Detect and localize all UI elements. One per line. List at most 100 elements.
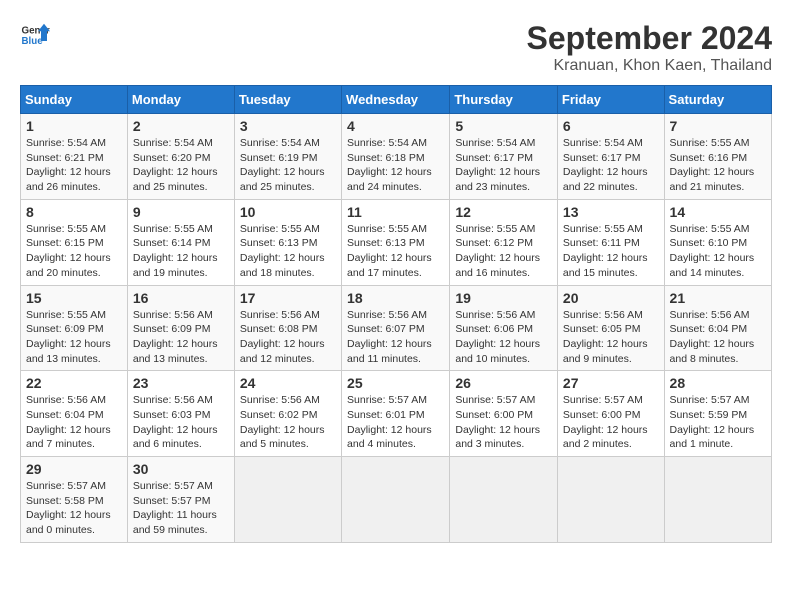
day-number: 24 <box>240 375 336 391</box>
calendar-cell: 16 Sunrise: 5:56 AM Sunset: 6:09 PM Dayli… <box>127 285 234 371</box>
calendar-cell: 13Sunrise: 5:55 AM Sunset: 6:11 PM Dayli… <box>557 199 664 285</box>
day-info: Sunrise: 5:57 AM Sunset: 6:00 PM Dayligh… <box>455 393 552 452</box>
calendar-header-row: Sunday Monday Tuesday Wednesday Thursday… <box>21 86 772 114</box>
calendar-cell: 7Sunrise: 5:55 AM Sunset: 6:16 PM Daylig… <box>664 114 771 200</box>
day-number: 9 <box>133 204 229 220</box>
day-number: 16 <box>133 290 229 306</box>
page-header: General Blue September 2024 Kranuan, Kho… <box>20 20 772 75</box>
day-number: 29 <box>26 461 122 477</box>
calendar-subtitle: Kranuan, Khon Kaen, Thailand <box>527 57 772 75</box>
day-info: Sunrise: 5:56 AM Sunset: 6:06 PM Dayligh… <box>455 308 552 367</box>
col-saturday: Saturday <box>664 86 771 114</box>
day-info: Sunrise: 5:55 AM Sunset: 6:10 PM Dayligh… <box>670 222 766 281</box>
calendar-cell: 30 Sunrise: 5:57 AM Sunset: 5:57 PM Dayli… <box>127 457 234 543</box>
col-thursday: Thursday <box>450 86 558 114</box>
calendar-cell: 1 Sunrise: 5:54 AM Sunset: 6:21 PM Daylig… <box>21 114 128 200</box>
day-number: 2 <box>133 118 229 134</box>
calendar-week-row: 15 Sunrise: 5:55 AM Sunset: 6:09 PM Dayli… <box>21 285 772 371</box>
calendar-week-row: 8 Sunrise: 5:55 AM Sunset: 6:15 PM Daylig… <box>21 199 772 285</box>
col-friday: Friday <box>557 86 664 114</box>
day-number: 15 <box>26 290 122 306</box>
calendar-cell: 18 Sunrise: 5:56 AM Sunset: 6:07 PM Dayli… <box>342 285 450 371</box>
day-number: 17 <box>240 290 336 306</box>
calendar-cell: 10 Sunrise: 5:55 AM Sunset: 6:13 PM Dayli… <box>234 199 341 285</box>
day-info: Sunrise: 5:57 AM Sunset: 5:59 PM Dayligh… <box>670 393 766 452</box>
calendar-cell: 11 Sunrise: 5:55 AM Sunset: 6:13 PM Dayli… <box>342 199 450 285</box>
day-info: Sunrise: 5:57 AM Sunset: 5:57 PM Dayligh… <box>133 479 229 538</box>
calendar-cell: 9 Sunrise: 5:55 AM Sunset: 6:14 PM Daylig… <box>127 199 234 285</box>
day-info: Sunrise: 5:56 AM Sunset: 6:04 PM Dayligh… <box>670 308 766 367</box>
calendar-cell: 27 Sunrise: 5:57 AM Sunset: 6:00 PM Dayli… <box>557 371 664 457</box>
day-info: Sunrise: 5:54 AM Sunset: 6:18 PM Dayligh… <box>347 136 444 195</box>
day-info: Sunrise: 5:55 AM Sunset: 6:13 PM Dayligh… <box>240 222 336 281</box>
day-info: Sunrise: 5:56 AM Sunset: 6:04 PM Dayligh… <box>26 393 122 452</box>
day-number: 6 <box>563 118 659 134</box>
day-number: 19 <box>455 290 552 306</box>
day-info: Sunrise: 5:57 AM Sunset: 6:00 PM Dayligh… <box>563 393 659 452</box>
day-number: 18 <box>347 290 444 306</box>
svg-text:Blue: Blue <box>22 36 44 47</box>
day-number: 7 <box>670 118 766 134</box>
day-number: 27 <box>563 375 659 391</box>
calendar-cell <box>342 457 450 543</box>
calendar-cell <box>557 457 664 543</box>
logo: General Blue <box>20 20 50 50</box>
day-info: Sunrise: 5:54 AM Sunset: 6:19 PM Dayligh… <box>240 136 336 195</box>
day-info: Sunrise: 5:56 AM Sunset: 6:09 PM Dayligh… <box>133 308 229 367</box>
calendar-cell: 3Sunrise: 5:54 AM Sunset: 6:19 PM Daylig… <box>234 114 341 200</box>
calendar-cell: 29 Sunrise: 5:57 AM Sunset: 5:58 PM Dayli… <box>21 457 128 543</box>
day-number: 28 <box>670 375 766 391</box>
calendar-cell: 12Sunrise: 5:55 AM Sunset: 6:12 PM Dayli… <box>450 199 558 285</box>
day-number: 22 <box>26 375 122 391</box>
calendar-cell <box>234 457 341 543</box>
calendar-cell: 2 Sunrise: 5:54 AM Sunset: 6:20 PM Daylig… <box>127 114 234 200</box>
day-info: Sunrise: 5:54 AM Sunset: 6:20 PM Dayligh… <box>133 136 229 195</box>
day-number: 8 <box>26 204 122 220</box>
calendar-cell: 4 Sunrise: 5:54 AM Sunset: 6:18 PM Daylig… <box>342 114 450 200</box>
day-number: 10 <box>240 204 336 220</box>
day-number: 30 <box>133 461 229 477</box>
day-info: Sunrise: 5:55 AM Sunset: 6:15 PM Dayligh… <box>26 222 122 281</box>
calendar-cell: 25 Sunrise: 5:57 AM Sunset: 6:01 PM Dayli… <box>342 371 450 457</box>
day-info: Sunrise: 5:54 AM Sunset: 6:21 PM Dayligh… <box>26 136 122 195</box>
day-info: Sunrise: 5:56 AM Sunset: 6:05 PM Dayligh… <box>563 308 659 367</box>
calendar-cell: 20Sunrise: 5:56 AM Sunset: 6:05 PM Dayli… <box>557 285 664 371</box>
day-info: Sunrise: 5:54 AM Sunset: 6:17 PM Dayligh… <box>563 136 659 195</box>
day-number: 21 <box>670 290 766 306</box>
col-wednesday: Wednesday <box>342 86 450 114</box>
logo-icon: General Blue <box>20 20 50 50</box>
col-monday: Monday <box>127 86 234 114</box>
day-number: 1 <box>26 118 122 134</box>
calendar-week-row: 29 Sunrise: 5:57 AM Sunset: 5:58 PM Dayli… <box>21 457 772 543</box>
day-info: Sunrise: 5:56 AM Sunset: 6:08 PM Dayligh… <box>240 308 336 367</box>
day-info: Sunrise: 5:56 AM Sunset: 6:02 PM Dayligh… <box>240 393 336 452</box>
day-info: Sunrise: 5:56 AM Sunset: 6:07 PM Dayligh… <box>347 308 444 367</box>
day-number: 13 <box>563 204 659 220</box>
calendar-cell: 19 Sunrise: 5:56 AM Sunset: 6:06 PM Dayli… <box>450 285 558 371</box>
day-info: Sunrise: 5:55 AM Sunset: 6:14 PM Dayligh… <box>133 222 229 281</box>
calendar-title: September 2024 <box>527 20 772 57</box>
day-number: 25 <box>347 375 444 391</box>
day-number: 26 <box>455 375 552 391</box>
calendar-cell: 8 Sunrise: 5:55 AM Sunset: 6:15 PM Daylig… <box>21 199 128 285</box>
day-number: 14 <box>670 204 766 220</box>
calendar-cell: 24 Sunrise: 5:56 AM Sunset: 6:02 PM Dayli… <box>234 371 341 457</box>
day-info: Sunrise: 5:56 AM Sunset: 6:03 PM Dayligh… <box>133 393 229 452</box>
calendar-cell <box>450 457 558 543</box>
day-number: 23 <box>133 375 229 391</box>
day-number: 4 <box>347 118 444 134</box>
calendar-cell: 28 Sunrise: 5:57 AM Sunset: 5:59 PM Dayli… <box>664 371 771 457</box>
calendar-cell: 6 Sunrise: 5:54 AM Sunset: 6:17 PM Daylig… <box>557 114 664 200</box>
calendar-cell: 23 Sunrise: 5:56 AM Sunset: 6:03 PM Dayli… <box>127 371 234 457</box>
col-tuesday: Tuesday <box>234 86 341 114</box>
calendar-cell <box>664 457 771 543</box>
day-number: 11 <box>347 204 444 220</box>
day-number: 5 <box>455 118 552 134</box>
day-info: Sunrise: 5:57 AM Sunset: 6:01 PM Dayligh… <box>347 393 444 452</box>
day-info: Sunrise: 5:55 AM Sunset: 6:13 PM Dayligh… <box>347 222 444 281</box>
col-sunday: Sunday <box>21 86 128 114</box>
day-info: Sunrise: 5:57 AM Sunset: 5:58 PM Dayligh… <box>26 479 122 538</box>
calendar-cell: 22 Sunrise: 5:56 AM Sunset: 6:04 PM Dayli… <box>21 371 128 457</box>
day-info: Sunrise: 5:55 AM Sunset: 6:09 PM Dayligh… <box>26 308 122 367</box>
title-section: September 2024 Kranuan, Khon Kaen, Thail… <box>527 20 772 75</box>
